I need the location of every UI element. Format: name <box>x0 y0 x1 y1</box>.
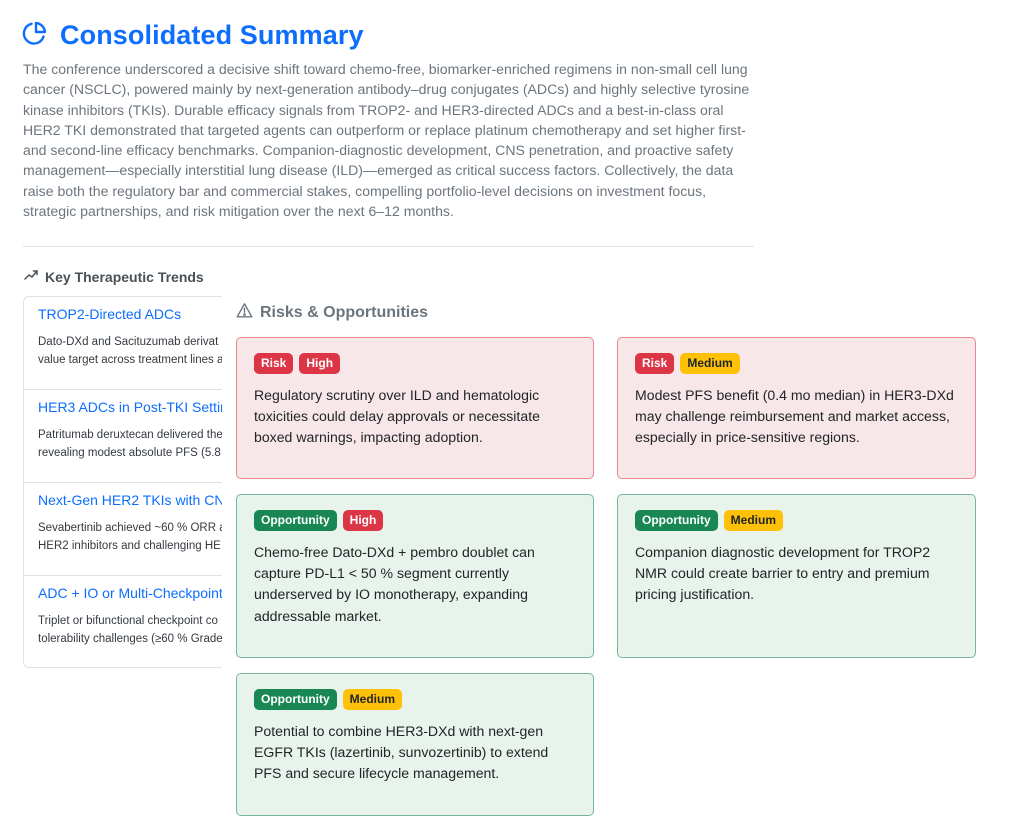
trend-text: Sevabertinib achieved ~60 % ORR a HER2 i… <box>38 522 222 552</box>
card-text: Regulatory scrutiny over ILD and hematol… <box>254 387 540 446</box>
card-text: Companion diagnostic development for TRO… <box>635 544 931 603</box>
pie-chart-icon <box>22 20 48 51</box>
type-badge: Opportunity <box>254 689 337 710</box>
card-text: Modest PFS benefit (0.4 mo median) in HE… <box>635 387 954 446</box>
trend-title[interactable]: HER3 ADCs in Post-TKI Setting <box>38 399 222 415</box>
trend-title[interactable]: TROP2-Directed ADCs <box>38 306 222 322</box>
level-badge: Medium <box>680 353 740 374</box>
card-text: Chemo-free Dato-DXd + pembro doublet can… <box>254 544 535 624</box>
type-badge: Risk <box>635 353 675 374</box>
opportunity-card: Opportunity Medium Companion diagnostic … <box>617 494 976 658</box>
risks-heading: Risks & Opportunities <box>236 302 428 324</box>
trend-text: Dato-DXd and Sacituzumab derivat value t… <box>38 336 222 366</box>
risk-card: Risk High Regulatory scrutiny over ILD a… <box>236 337 594 479</box>
trends-heading: Key Therapeutic Trends <box>24 268 204 285</box>
level-badge: Medium <box>342 689 402 710</box>
trend-item[interactable]: HER3 ADCs in Post-TKI Setting Patritumab… <box>24 390 222 483</box>
trend-title[interactable]: ADC + IO or Multi-Checkpoint <box>38 585 222 601</box>
type-badge: Risk <box>254 353 294 374</box>
warning-triangle-icon <box>236 302 260 324</box>
level-badge: Medium <box>723 510 783 531</box>
level-badge: High <box>342 510 384 531</box>
opportunity-card: Opportunity Medium Potential to combine … <box>236 673 594 816</box>
type-badge: Opportunity <box>635 510 718 531</box>
level-badge: High <box>299 353 341 374</box>
trend-up-icon <box>24 268 45 285</box>
trend-title[interactable]: Next-Gen HER2 TKIs with CNS <box>38 492 222 508</box>
page-header: Consolidated Summary <box>22 20 364 51</box>
trend-text: Patritumab deruxtecan delivered the reve… <box>38 429 222 459</box>
summary-paragraph: The conference underscored a decisive sh… <box>23 61 750 220</box>
card-text: Potential to combine HER3-DXd with next-… <box>254 723 549 782</box>
trend-item[interactable]: Next-Gen HER2 TKIs with CNS Sevabertinib… <box>24 483 222 576</box>
risk-card: Risk Medium Modest PFS benefit (0.4 mo m… <box>617 337 976 479</box>
type-badge: Opportunity <box>254 510 337 531</box>
page-title: Consolidated Summary <box>60 20 364 50</box>
trend-text: Triplet or bifunctional checkpoint co to… <box>38 615 222 645</box>
trends-heading-label: Key Therapeutic Trends <box>45 268 204 285</box>
opportunity-card: Opportunity High Chemo-free Dato-DXd + p… <box>236 494 594 658</box>
trend-item[interactable]: ADC + IO or Multi-Checkpoint Triplet or … <box>24 576 222 667</box>
risks-heading-label: Risks & Opportunities <box>260 304 429 321</box>
divider <box>23 246 754 247</box>
trends-list: TROP2-Directed ADCs Dato-DXd and Sacituz… <box>23 296 222 668</box>
trend-item[interactable]: TROP2-Directed ADCs Dato-DXd and Sacituz… <box>24 297 222 390</box>
